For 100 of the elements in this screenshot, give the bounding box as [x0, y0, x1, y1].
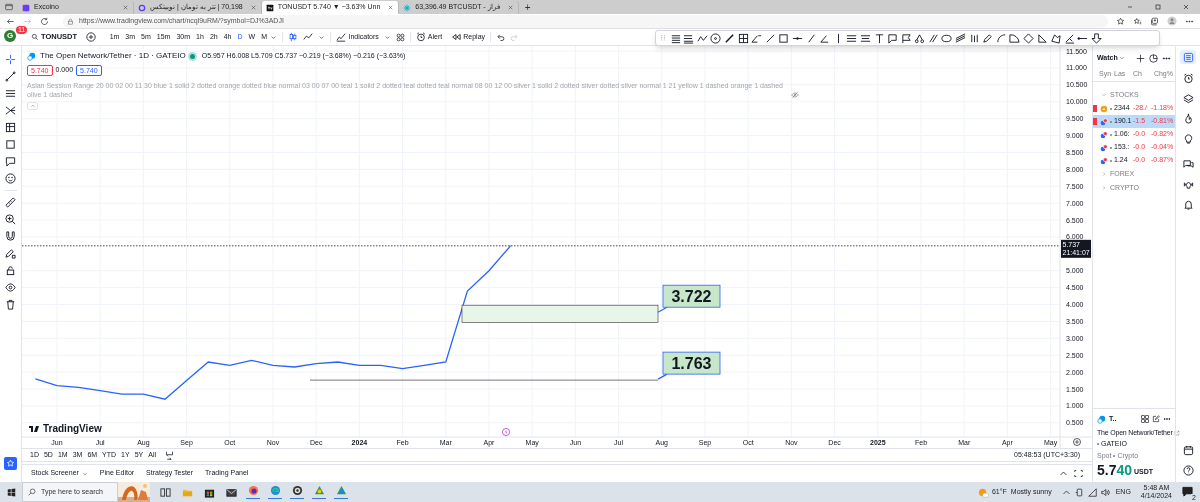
- fork-icon[interactable]: [5, 105, 16, 116]
- notification-icon[interactable]: [1182, 486, 1193, 497]
- help-icon[interactable]: [1182, 465, 1194, 476]
- chevron-down-icon[interactable]: [318, 33, 326, 41]
- stacked-lines-icon[interactable]: [683, 32, 695, 44]
- grid-icon[interactable]: [1141, 415, 1149, 424]
- square-icon[interactable]: [5, 139, 16, 150]
- crosshair-icon[interactable]: [5, 54, 16, 65]
- price-label[interactable]: 3.722: [662, 284, 721, 308]
- pencil-icon[interactable]: [982, 32, 994, 44]
- chat-icon[interactable]: [1182, 159, 1194, 170]
- bars-icon[interactable]: [968, 32, 980, 44]
- wave-browser-icon[interactable]: [269, 484, 281, 496]
- avatar[interactable]: G: [4, 30, 16, 42]
- chevron-down-icon[interactable]: [270, 33, 278, 41]
- envelope-icon[interactable]: [225, 486, 237, 498]
- close-icon[interactable]: [249, 4, 257, 11]
- task-view-icon[interactable]: [159, 486, 171, 498]
- target-icon[interactable]: [710, 32, 722, 44]
- pencil-lock-icon[interactable]: [5, 248, 16, 259]
- line-icon[interactable]: [805, 32, 817, 44]
- calendar-icon[interactable]: [1182, 445, 1194, 456]
- brush-icon[interactable]: [1063, 32, 1075, 44]
- refresh-icon[interactable]: [40, 16, 49, 26]
- smiley-icon[interactable]: [5, 173, 16, 184]
- lines-icon[interactable]: [669, 32, 681, 44]
- speech-bubble-icon[interactable]: [5, 156, 16, 167]
- arrow-down-icon[interactable]: [1091, 32, 1102, 44]
- event-icon[interactable]: [502, 428, 510, 436]
- slash-icon[interactable]: [927, 32, 939, 44]
- favorites-icon[interactable]: [1133, 16, 1142, 26]
- close-icon[interactable]: [1182, 3, 1190, 11]
- device-icon[interactable]: [1074, 487, 1084, 497]
- line-icon[interactable]: [723, 32, 735, 44]
- price-label[interactable]: 1.763: [662, 351, 721, 375]
- date-range-icon[interactable]: [165, 450, 174, 460]
- windows-icon[interactable]: [6, 487, 16, 497]
- flame-icon[interactable]: [1182, 113, 1194, 124]
- eye-icon[interactable]: [5, 282, 16, 293]
- text-icon[interactable]: [873, 32, 885, 44]
- close-icon[interactable]: [387, 4, 395, 11]
- angle-icon[interactable]: [751, 32, 763, 44]
- app-icon[interactable]: [313, 484, 325, 496]
- line-icon[interactable]: [5, 71, 16, 82]
- watchlist-button[interactable]: [1180, 50, 1196, 64]
- collections-icon[interactable]: [1150, 16, 1159, 26]
- grid-icon[interactable]: [737, 32, 749, 44]
- triangle-icon[interactable]: [1036, 32, 1048, 44]
- favorites-button[interactable]: [4, 457, 17, 470]
- add-symbol-icon[interactable]: [86, 32, 97, 42]
- chevron-down-icon[interactable]: [383, 33, 391, 41]
- line-chart-icon[interactable]: [303, 32, 314, 42]
- pie-chart-icon[interactable]: [1149, 53, 1158, 63]
- undo-icon[interactable]: [496, 32, 506, 42]
- shapes-icon[interactable]: [1050, 32, 1062, 44]
- protractor-icon[interactable]: [1009, 32, 1021, 44]
- zone-rectangle[interactable]: [461, 304, 659, 323]
- zoom-in-icon[interactable]: [5, 214, 16, 225]
- ellipse-icon[interactable]: [941, 32, 953, 44]
- zigzag-icon[interactable]: [696, 32, 708, 44]
- line-icon[interactable]: [764, 32, 776, 44]
- speaker-icon[interactable]: [1100, 487, 1110, 497]
- magnet-icon[interactable]: [5, 231, 16, 242]
- grid-icon[interactable]: [5, 122, 16, 133]
- back-icon[interactable]: [6, 16, 15, 26]
- speech-bubble-icon[interactable]: [887, 32, 899, 44]
- square-icon[interactable]: [778, 32, 790, 44]
- close-icon[interactable]: [506, 4, 514, 11]
- nodes-icon[interactable]: [914, 32, 926, 44]
- lightbulb-icon[interactable]: [1182, 133, 1194, 144]
- fox-browser-icon[interactable]: [247, 484, 259, 496]
- flag-marker[interactable]: [1093, 105, 1097, 112]
- eye-off-icon[interactable]: [791, 91, 799, 99]
- bell-icon[interactable]: [1182, 199, 1194, 210]
- disc-icon[interactable]: [291, 484, 303, 496]
- layers-icon[interactable]: [1182, 93, 1194, 104]
- lines-icon[interactable]: [5, 88, 16, 99]
- window-icon[interactable]: [5, 3, 13, 11]
- diamond-icon[interactable]: [1023, 32, 1035, 44]
- app-icon[interactable]: [335, 484, 347, 496]
- profile-icon[interactable]: [1167, 16, 1177, 26]
- maximize-icon[interactable]: [1074, 469, 1083, 478]
- grip-icon[interactable]: [659, 34, 667, 42]
- add-icon[interactable]: [1136, 53, 1145, 63]
- star-plus-icon[interactable]: [1116, 16, 1125, 26]
- candles-icon[interactable]: [288, 32, 299, 42]
- alarm-clock-icon[interactable]: [1182, 73, 1194, 84]
- trash-icon[interactable]: [5, 299, 16, 310]
- curves-icon[interactable]: [955, 32, 967, 44]
- close-icon[interactable]: [122, 4, 129, 11]
- broadcast-icon[interactable]: [1182, 179, 1194, 190]
- edit-icon[interactable]: [1152, 415, 1160, 424]
- curve-icon[interactable]: [995, 32, 1007, 44]
- new-tab-button[interactable]: +: [518, 1, 537, 14]
- ruler-icon[interactable]: [5, 197, 16, 208]
- flag-marker[interactable]: [1093, 118, 1097, 125]
- network-icon[interactable]: [1087, 487, 1097, 497]
- lock-icon[interactable]: [5, 265, 16, 276]
- flag-icon[interactable]: [900, 32, 912, 44]
- settings-icon[interactable]: [1073, 438, 1081, 446]
